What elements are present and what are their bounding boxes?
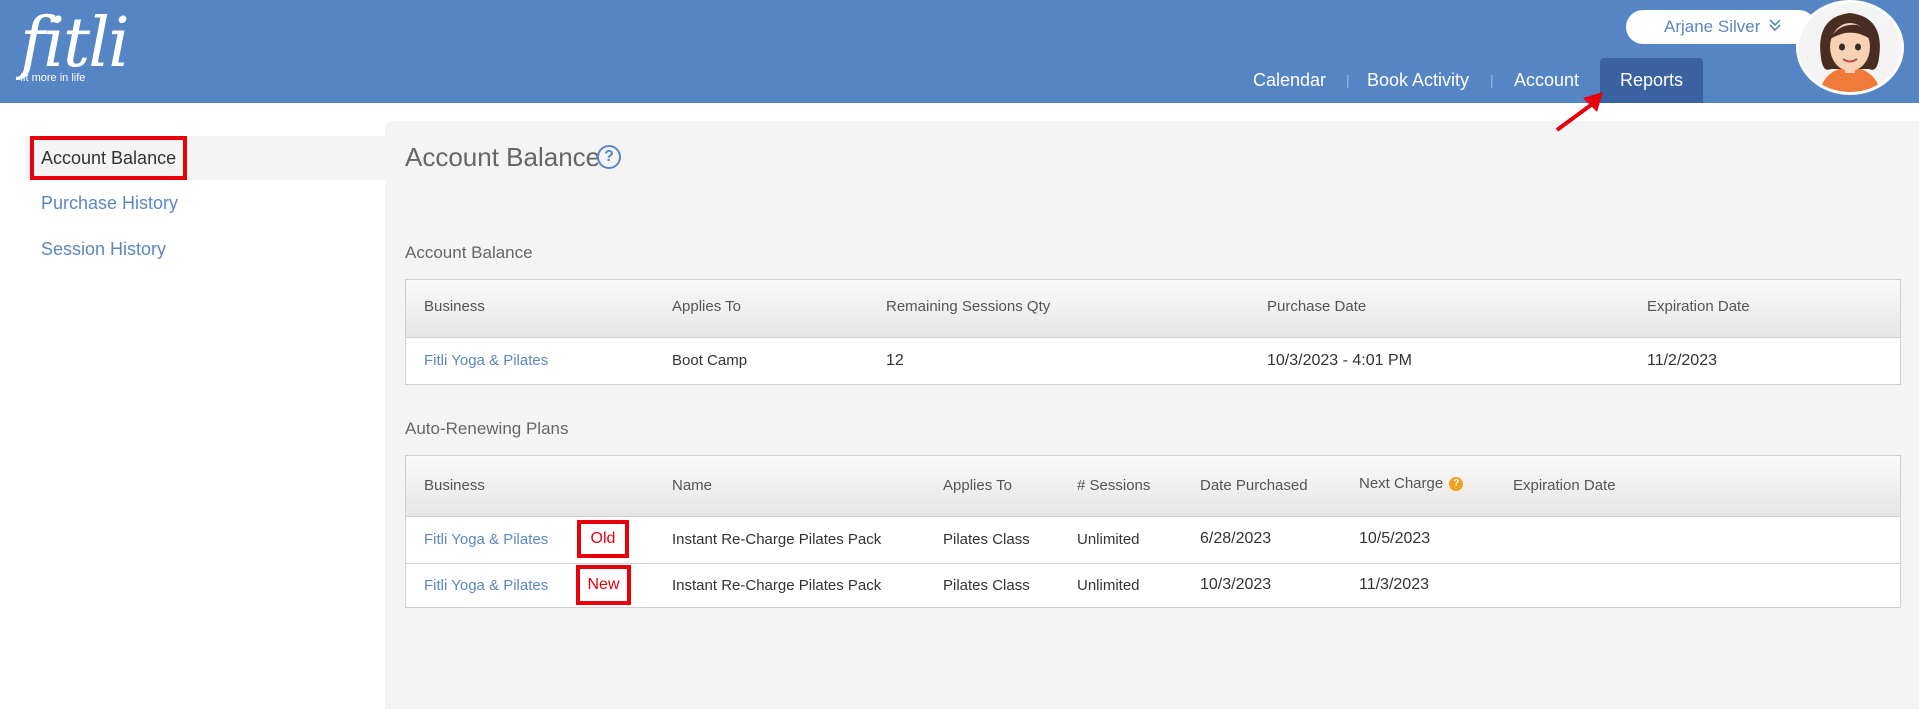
col-header-business: Business xyxy=(424,298,485,315)
col-header-purchase-date: Purchase Date xyxy=(1267,298,1367,315)
nav-separator: | xyxy=(1346,72,1350,88)
col-header-date-purchased: Date Purchased xyxy=(1200,477,1308,494)
col-header-applies-to: Applies To xyxy=(943,477,1012,494)
user-menu[interactable]: Arjane Silver xyxy=(1626,10,1816,44)
row-divider xyxy=(406,563,1900,564)
col-header-expiration-date: Expiration Date xyxy=(1647,298,1750,315)
top-header: fitli fit more in life Arjane Silver Cal… xyxy=(0,0,1919,103)
info-badge-icon[interactable]: ? xyxy=(1449,477,1464,491)
nav-book-activity[interactable]: Book Activity xyxy=(1367,58,1469,103)
user-name: Arjane Silver xyxy=(1664,17,1761,36)
user-avatar[interactable] xyxy=(1796,0,1904,95)
section-title-auto-renewing: Auto-Renewing Plans xyxy=(405,419,569,438)
sidebar-item-session-history[interactable]: Session History xyxy=(41,239,166,260)
remaining-sessions-value: 12 xyxy=(886,352,904,369)
next-charge-value: 10/5/2023 xyxy=(1359,530,1431,547)
col-header-name: Name xyxy=(672,477,713,494)
main-nav: Calendar | Book Activity | Account Repor… xyxy=(1240,58,1710,103)
logo-tagline: fit more in life xyxy=(20,72,86,84)
applies-to-value: Boot Camp xyxy=(672,352,748,369)
sessions-value: Unlimited xyxy=(1077,577,1140,594)
nav-reports[interactable]: Reports xyxy=(1600,58,1703,103)
plan-name: Instant Re-Charge Pilates Pack xyxy=(672,577,882,594)
purchase-date-value: 10/3/2023 - 4:01 PM xyxy=(1267,352,1412,369)
expiration-date-value: 11/2/2023 xyxy=(1647,352,1717,369)
col-header-applies-to: Applies To xyxy=(672,298,741,315)
col-header-sessions: # Sessions xyxy=(1077,477,1151,494)
logo-wordmark: fitli xyxy=(20,4,130,83)
annotation-box-account-balance xyxy=(30,136,187,180)
applies-to-value: Pilates Class xyxy=(943,531,1030,548)
table-header xyxy=(406,456,1900,517)
nav-calendar[interactable]: Calendar xyxy=(1253,58,1326,103)
annotation-arrow xyxy=(1555,88,1615,138)
col-header-expiration-date: Expiration Date xyxy=(1513,477,1616,494)
page-title: Account Balance xyxy=(405,142,601,172)
business-link[interactable]: Fitli Yoga & Pilates xyxy=(424,531,548,548)
next-charge-value: 11/3/2023 xyxy=(1359,576,1429,593)
sidebar-item-purchase-history[interactable]: Purchase History xyxy=(41,193,178,214)
date-purchased-value: 6/28/2023 xyxy=(1200,530,1272,547)
nav-separator: | xyxy=(1490,72,1494,88)
section-title-account-balance: Account Balance xyxy=(405,243,533,262)
col-header-business: Business xyxy=(424,477,485,494)
date-purchased-value: 10/3/2023 xyxy=(1200,576,1272,593)
plan-name: Instant Re-Charge Pilates Pack xyxy=(672,531,882,548)
annotation-tag-old: Old xyxy=(577,520,629,558)
col-header-remaining-sessions: Remaining Sessions Qty xyxy=(886,298,1051,315)
annotation-tag-new: New xyxy=(576,565,631,605)
sessions-value: Unlimited xyxy=(1077,531,1140,548)
account-balance-table: Business Applies To Remaining Sessions Q… xyxy=(405,279,1901,385)
next-charge-label: Next Charge xyxy=(1359,475,1444,492)
chevron-down-icon xyxy=(1769,18,1781,36)
help-icon[interactable]: ? xyxy=(597,145,621,169)
applies-to-value: Pilates Class xyxy=(943,577,1030,594)
main-panel xyxy=(385,121,1919,709)
fitli-logo[interactable]: fitli fit more in life xyxy=(16,8,130,88)
col-header-next-charge: Next Charge ? xyxy=(1359,475,1464,492)
business-link[interactable]: Fitli Yoga & Pilates xyxy=(424,577,548,594)
business-link[interactable]: Fitli Yoga & Pilates xyxy=(424,352,548,369)
